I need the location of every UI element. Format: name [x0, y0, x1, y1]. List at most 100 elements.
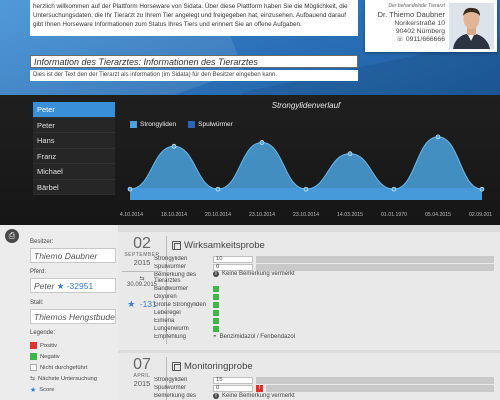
data-point[interactable]: [127, 186, 133, 192]
info-icon: i: [213, 271, 219, 277]
status-legend-item: ⇆ Nächste Untersuchung: [30, 373, 97, 384]
not-done-square-icon: [30, 364, 37, 371]
result-row: Spulwürmer 0: [154, 263, 494, 271]
data-point[interactable]: [303, 186, 309, 192]
result-label: Eimeria: [154, 318, 175, 324]
x-tick-label: 20.10.2014: [205, 212, 231, 218]
vet-caption: Der behandelnde Tierarzt: [388, 3, 445, 9]
data-point[interactable]: [171, 143, 177, 149]
animal-list-item[interactable]: Bärbel: [33, 179, 115, 195]
negative-square-icon: [30, 353, 37, 360]
x-tick-label: 23.10.2014: [249, 212, 275, 218]
vet-info-text: Dies ist der Text den der Tierarzt als i…: [30, 70, 358, 81]
welcome-line: Untersuchungsdaten, die Ihr Tierarzt zu …: [33, 12, 346, 19]
vet-address: Norikerstraße 10 90402 Nürnberg ☏ 0911/6…: [367, 20, 445, 44]
status-legend-item: Nicht durchgeführt: [30, 362, 97, 373]
negative-square-icon: [213, 310, 219, 316]
result-value[interactable]: 10: [213, 255, 253, 263]
result-row: Spulwürmer 0!: [154, 384, 494, 392]
status-legend-label: Negativ: [40, 353, 60, 360]
star-icon: ★: [56, 281, 65, 291]
negative-square-icon: [213, 326, 219, 332]
vet-city: 90402 Nürnberg: [395, 28, 445, 35]
data-point[interactable]: [215, 186, 221, 192]
stall-field: Thiemos Hengstbude: [30, 309, 116, 324]
result-label: Empfehlung: [154, 334, 187, 340]
legend-title: Legende:: [30, 330, 56, 336]
animal-list-item[interactable]: Michael: [33, 164, 115, 180]
entry-title[interactable]: Monitoringprobe: [172, 359, 253, 373]
result-row: Bemerkung des i Keine Bemerkung vermerkt: [154, 392, 494, 400]
entry-day: 07: [133, 356, 151, 373]
remark-text: Keine Bemerkung vermerkt: [222, 271, 295, 277]
vet-phone-number: 0911/666666: [405, 36, 445, 43]
vet-card: Der behandelnde Tierarzt Dr. Thiemo Daub…: [365, 0, 497, 52]
legend-swatch: [130, 121, 137, 128]
entry-day: 02: [133, 235, 151, 252]
legend-item[interactable]: Spulwürmer: [188, 121, 233, 128]
result-value[interactable]: 0: [213, 384, 253, 392]
phone-icon: ☏: [396, 37, 404, 43]
animal-list-item[interactable]: Hans: [33, 133, 115, 149]
x-tick-label: 05.04.2015: [425, 212, 451, 218]
animal-list-item[interactable]: Peter: [33, 117, 115, 133]
besitzer-field: Thiemo Daubner: [30, 248, 116, 263]
x-tick-label: 18.10.2014: [161, 212, 187, 218]
data-point[interactable]: [259, 140, 265, 145]
legend-swatch: [188, 121, 196, 128]
status-legend-item: Positiv: [30, 340, 97, 351]
result-row: Strongyliden 15: [154, 376, 494, 384]
entry-title[interactable]: Wirksamkeitsprobe: [172, 238, 265, 252]
animal-list: Peter Peter Hans Franz Michael Bärbel: [33, 102, 115, 195]
header-banner: herzlich willkommen auf der Plattform Ho…: [0, 0, 500, 95]
result-label: Große Strongyliden: [154, 302, 207, 308]
negative-square-icon: [213, 302, 219, 308]
data-point[interactable]: [435, 134, 441, 140]
result-label: Strongyliden: [154, 256, 188, 262]
remark-text: Keine Bemerkung vermerkt: [222, 393, 295, 399]
animal-list-item[interactable]: Franz: [33, 148, 115, 164]
pill-icon: ◓: [213, 334, 217, 340]
entry-rows: Strongyliden 10 Spulwürmer 0 Bemerkung d…: [154, 255, 494, 341]
strongyliden-chart: 14.10.2014 18.10.2014 20.10.2014 23.10.2014…: [120, 99, 492, 221]
calendar-arrow-icon: ⇆: [30, 376, 36, 382]
legend-label: Strongyliden: [140, 121, 177, 128]
info-icon: i: [213, 393, 219, 399]
result-label: Lungenwurm: [154, 326, 189, 332]
result-label: Leberegel: [154, 310, 181, 316]
x-tick-label: 23.10.2014: [293, 212, 319, 218]
data-point[interactable]: [347, 151, 353, 156]
x-tick-label: 14.10.2014: [120, 212, 143, 218]
result-row: Eimeria: [154, 317, 494, 325]
copy-icon: [172, 240, 181, 250]
star-icon: ★: [30, 386, 37, 394]
pferd-score: -32951: [66, 281, 94, 291]
animal-list-item[interactable]: Peter: [33, 102, 115, 118]
pferd-field: Peter ★ -32951: [30, 278, 116, 293]
negative-square-icon: [213, 318, 219, 324]
examination-entry: 07 APRIL 2015 Monitoringprobe Strongylid…: [118, 353, 500, 400]
data-point[interactable]: [391, 186, 397, 192]
legend-label: Spulwürmer: [198, 121, 233, 128]
status-legend-label: Score: [39, 386, 55, 393]
vet-photo: [449, 3, 494, 49]
data-point[interactable]: [479, 186, 485, 192]
legend-item[interactable]: Strongyliden: [130, 121, 176, 128]
owner-panel: ⎙ Besitzer: Thiemo Daubner Pferd: Peter …: [0, 225, 118, 400]
status-legend-item: ★ Score: [30, 384, 97, 395]
vet-phone[interactable]: ☏ 0911/666666: [367, 36, 445, 44]
printer-icon[interactable]: ⎙: [5, 229, 19, 243]
vet-name: Dr. Thiemo Daubner: [377, 10, 445, 19]
result-row: Empfehlung ◓ Benzimidazol / Fenbendazol: [154, 333, 494, 341]
result-label: Bemerkung des: [154, 393, 197, 399]
chart-title: Strongylidenverlauf: [271, 101, 341, 110]
result-label: Spulwürmer: [154, 264, 187, 270]
chart-section: Peter Peter Hans Franz Michael Bärbel 14…: [0, 95, 500, 225]
welcome-text: herzlich willkommen auf der Plattform Ho…: [30, 0, 358, 36]
result-value[interactable]: 15: [213, 376, 253, 384]
result-label: Oxyuren: [154, 294, 177, 300]
result-value[interactable]: 0: [213, 263, 253, 271]
result-bar: [256, 263, 494, 271]
result-row: Große Strongyliden: [154, 301, 494, 309]
vet-street: Norikerstraße 10: [394, 20, 445, 27]
